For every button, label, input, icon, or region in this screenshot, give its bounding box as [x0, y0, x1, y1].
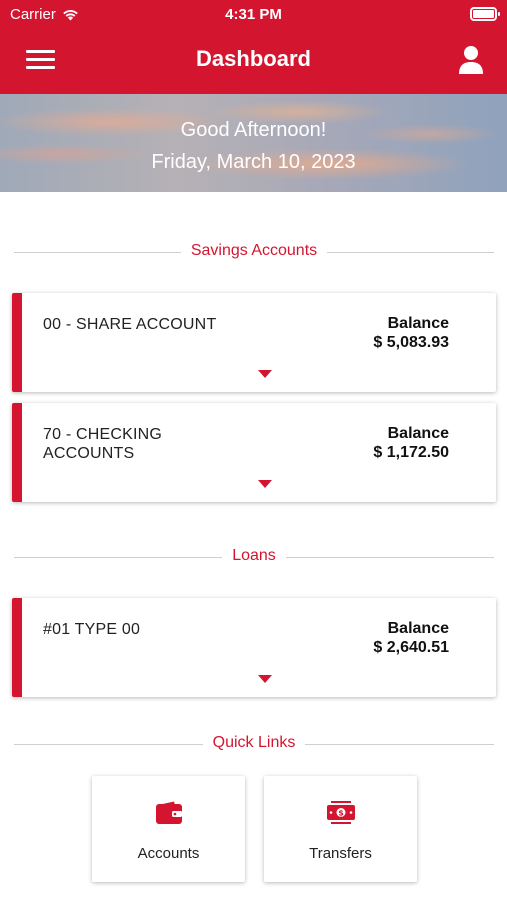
- loans-section-title: Loans: [222, 547, 286, 564]
- greeting-text: Good Afternoon!: [180, 119, 327, 141]
- loan-name: #01 TYPE 00: [43, 621, 141, 638]
- page-title: Dashboard: [196, 46, 311, 71]
- status-time: 4:31 PM: [225, 6, 282, 23]
- expand-arrow-icon[interactable]: [258, 675, 272, 683]
- greeting-banner: Good Afternoon! Friday, March 10, 2023: [0, 94, 507, 192]
- svg-text:$: $: [338, 809, 344, 818]
- section-title-wrap: Quick Links: [14, 734, 494, 752]
- account-name: 00 - SHARE ACCOUNT: [43, 316, 217, 333]
- quick-link-label: Transfers: [309, 845, 372, 862]
- account-card-checking[interactable]: 70 - CHECKING ACCOUNTS Balance $ 1,172.5…: [12, 403, 496, 502]
- balance-label: Balance: [387, 315, 449, 332]
- savings-section-title: Savings Accounts: [180, 242, 328, 259]
- profile-button[interactable]: [456, 44, 486, 76]
- wallet-icon: [156, 801, 182, 824]
- quick-link-accounts[interactable]: Accounts: [92, 776, 245, 882]
- balance-label: Balance: [387, 620, 449, 637]
- quick-links-section-title: Quick Links: [202, 734, 306, 751]
- quick-link-transfers[interactable]: $ Transfers: [264, 776, 417, 882]
- balance-value: $ 2,640.51: [373, 639, 449, 656]
- loans-section-header: Loans: [14, 547, 494, 567]
- balance-label: Balance: [387, 425, 449, 442]
- status-bar: Carrier 4:31 PM: [0, 0, 507, 30]
- loan-card[interactable]: #01 TYPE 00 Balance $ 2,640.51: [12, 598, 496, 697]
- savings-section-header: Savings Accounts: [14, 242, 494, 262]
- money-transfer-icon: $: [327, 801, 355, 824]
- quick-links-section-header: Quick Links: [14, 734, 494, 754]
- expand-arrow-icon[interactable]: [258, 480, 272, 488]
- balance-value: $ 5,083.93: [373, 334, 449, 351]
- account-card-share[interactable]: 00 - SHARE ACCOUNT Balance $ 5,083.93: [12, 293, 496, 392]
- battery-icon: [470, 7, 500, 21]
- app-header: Carrier 4:31 PM Dashboard: [0, 0, 507, 94]
- section-title-wrap: Savings Accounts: [14, 242, 494, 260]
- quick-link-label: Accounts: [137, 845, 200, 862]
- user-icon: [459, 46, 483, 74]
- expand-arrow-icon[interactable]: [258, 370, 272, 378]
- balance-value: $ 1,172.50: [373, 444, 449, 461]
- account-name: 70 - CHECKING ACCOUNTS: [43, 426, 163, 462]
- section-title-wrap: Loans: [14, 547, 494, 565]
- date-text: Friday, March 10, 2023: [151, 151, 356, 173]
